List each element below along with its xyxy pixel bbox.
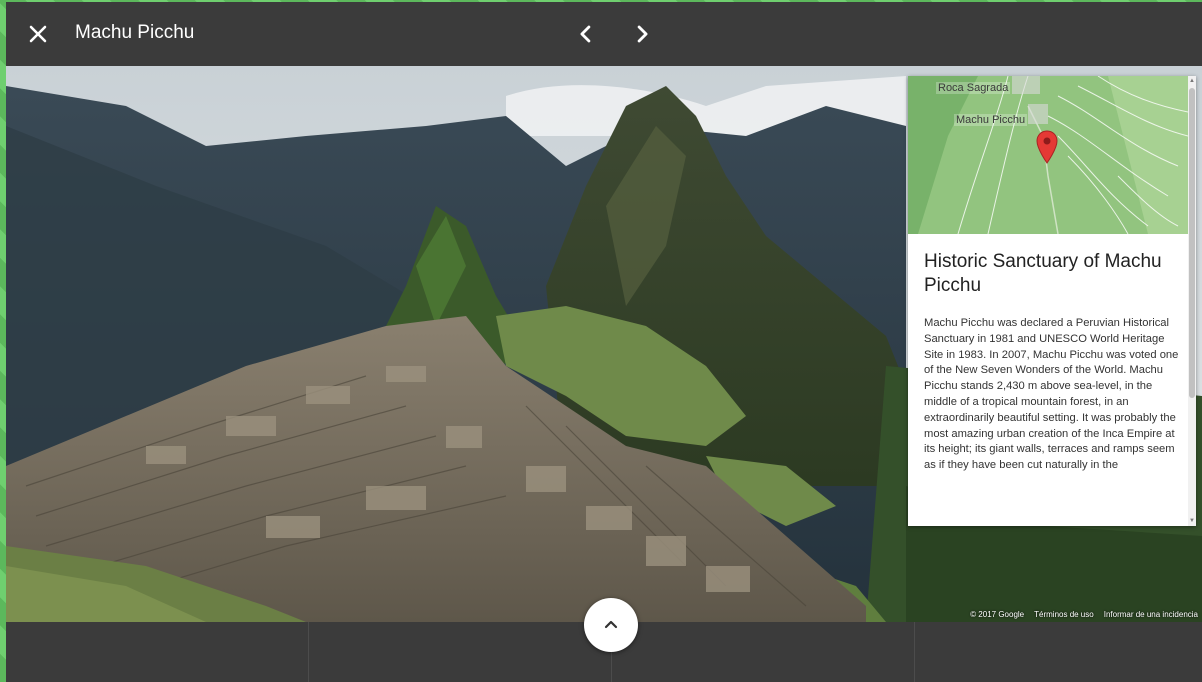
- photo-thumbnail[interactable]: [309, 622, 612, 682]
- map-attribution: © 2017 Google Términos de uso Informar d…: [966, 608, 1202, 622]
- expand-photos-button[interactable]: [584, 598, 638, 652]
- panel-body: Historic Sanctuary of Machu Picchu Machu…: [908, 234, 1188, 526]
- copyright-text: © 2017 Google: [970, 610, 1025, 619]
- map-pin-icon: [1036, 130, 1058, 164]
- map-label-machu-picchu: Machu Picchu: [954, 114, 1028, 126]
- scroll-thumb[interactable]: [1189, 88, 1195, 398]
- photo-thumbnail[interactable]: [915, 622, 1202, 682]
- street-view-panorama[interactable]: Roca Sagrada Machu Picchu Historic Sanct…: [6, 66, 1202, 622]
- previous-button[interactable]: [572, 20, 600, 48]
- place-title: Historic Sanctuary of Machu Picchu: [924, 251, 1162, 296]
- chevron-right-icon: [637, 25, 648, 43]
- scroll-up-arrow-icon[interactable]: ▲: [1189, 78, 1195, 84]
- top-bar: Machu Picchu: [6, 2, 1202, 66]
- scroll-down-arrow-icon[interactable]: ▼: [1189, 518, 1195, 524]
- photo-thumbnail[interactable]: [6, 622, 309, 682]
- info-panel: Roca Sagrada Machu Picchu Historic Sanct…: [908, 76, 1196, 526]
- page-title: Machu Picchu: [75, 22, 195, 43]
- location-map[interactable]: Roca Sagrada Machu Picchu: [908, 76, 1188, 234]
- chevron-left-icon: [580, 25, 591, 43]
- terms-link[interactable]: Términos de uso: [1034, 608, 1094, 622]
- chevron-up-icon: [604, 620, 618, 629]
- next-button[interactable]: [628, 20, 656, 48]
- close-icon: [29, 25, 47, 43]
- report-link[interactable]: Informar de una incidencia: [1104, 608, 1198, 622]
- place-description: Machu Picchu was declared a Peruvian His…: [924, 317, 1179, 472]
- photo-thumbnail[interactable]: [612, 622, 915, 682]
- panel-scrollbar[interactable]: ▲ ▼: [1188, 76, 1196, 526]
- close-button[interactable]: [24, 20, 52, 48]
- map-label-roca-sagrada: Roca Sagrada: [936, 82, 1011, 94]
